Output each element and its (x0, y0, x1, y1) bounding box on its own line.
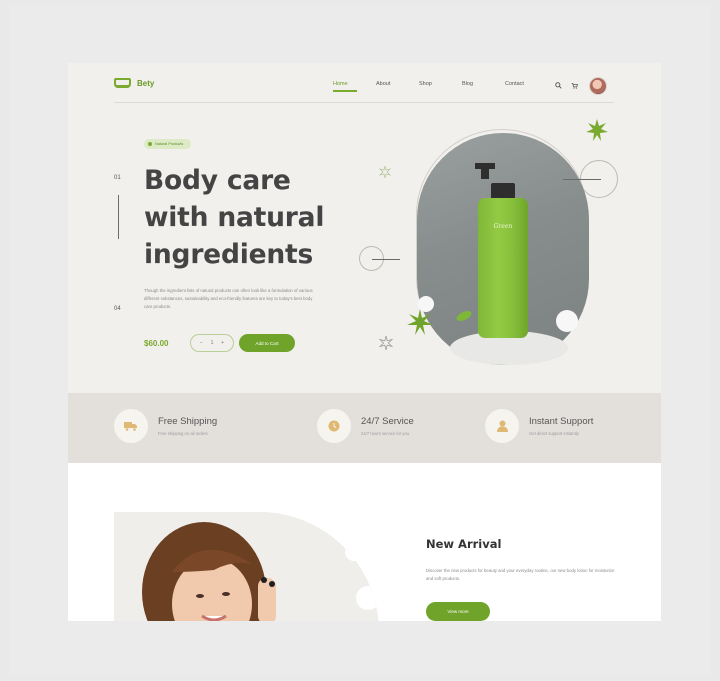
logo[interactable]: Bety (114, 78, 154, 88)
slide-counter-end: 04 (114, 306, 121, 312)
clock-icon (317, 409, 351, 443)
category-badge: Natural Products (144, 139, 192, 149)
leaf-burst-icon (586, 119, 608, 141)
qty-value: 1 (210, 340, 214, 346)
slide-progress-line (118, 195, 119, 239)
search-icon[interactable] (553, 81, 563, 91)
quantity-stepper[interactable]: − 1 + (190, 334, 234, 352)
feature-title: 24/7 Service (361, 416, 414, 427)
pump-icon (475, 163, 495, 179)
view-more-button[interactable]: View more (426, 602, 490, 621)
qty-minus-button[interactable]: − (200, 340, 203, 346)
active-nav-indicator (333, 90, 357, 92)
deco-line-right (563, 179, 601, 180)
support-icon (485, 409, 519, 443)
nav-link-about[interactable]: About (376, 81, 419, 87)
badge-dot (148, 142, 152, 146)
woman-portrait-illustration (114, 512, 379, 621)
deco-line-left (372, 259, 400, 260)
hero-section: Bety Home About Shop Blog Contact Natura… (68, 63, 661, 393)
headline-line-1: Body care (144, 165, 291, 196)
nav-actions (553, 77, 607, 95)
product-price: $60.00 (144, 339, 169, 348)
feature-support: Instant Support Get direct support insta… (485, 409, 593, 443)
slide-counter-start: 01 (114, 175, 121, 181)
qty-plus-button[interactable]: + (221, 340, 224, 346)
feature-desc: Get direct support instantly (529, 431, 579, 436)
new-arrival-image[interactable] (114, 512, 379, 621)
badge-label: Natural Products (155, 142, 184, 146)
nav-link-blog[interactable]: Blog (462, 81, 505, 87)
feature-title: Free Shipping (158, 416, 218, 427)
feature-service: 24/7 Service 24/7 hours service for you (317, 409, 414, 443)
hero-description: Though the ingredient lists of natural p… (144, 288, 313, 309)
sparkle-icon (379, 166, 391, 178)
add-to-cart-button[interactable]: Add to Cart (239, 334, 295, 352)
feature-desc: 24/7 hours service for you (361, 431, 410, 436)
feature-desc: Free shipping on all orders (158, 431, 208, 436)
feature-title: Instant Support (529, 416, 594, 427)
user-avatar[interactable] (589, 77, 607, 95)
nav-link-home[interactable]: Home (333, 81, 376, 87)
cart-icon[interactable] (569, 82, 579, 91)
features-strip: Free Shipping Free shipping on all order… (68, 393, 661, 463)
product-bottle (478, 198, 528, 338)
sparkle-outline-icon (379, 336, 393, 350)
hero-headline: Body care with natural ingredients (144, 162, 344, 273)
bottle-label: Green (493, 223, 513, 230)
nav-links: Home About Shop Blog Contact (333, 81, 548, 87)
feature-free-shipping: Free Shipping Free shipping on all order… (114, 409, 217, 443)
flower-decoration (556, 310, 578, 332)
nav-link-shop[interactable]: Shop (419, 81, 462, 87)
top-nav: Bety Home About Shop Blog Contact (114, 73, 614, 103)
brand-name: Bety (137, 78, 155, 88)
logo-icon (114, 78, 131, 88)
new-arrival-heading: New Arrival (426, 537, 502, 551)
green-star-icon (407, 309, 433, 335)
truck-icon (114, 409, 148, 443)
landing-page: Bety Home About Shop Blog Contact Natura… (68, 63, 661, 621)
new-arrival-description: Discover the new products for beauty and… (426, 568, 615, 581)
nav-link-contact[interactable]: Contact (505, 81, 548, 87)
headline-line-2: with natural (144, 202, 325, 233)
headline-line-3: ingredients (144, 239, 314, 270)
